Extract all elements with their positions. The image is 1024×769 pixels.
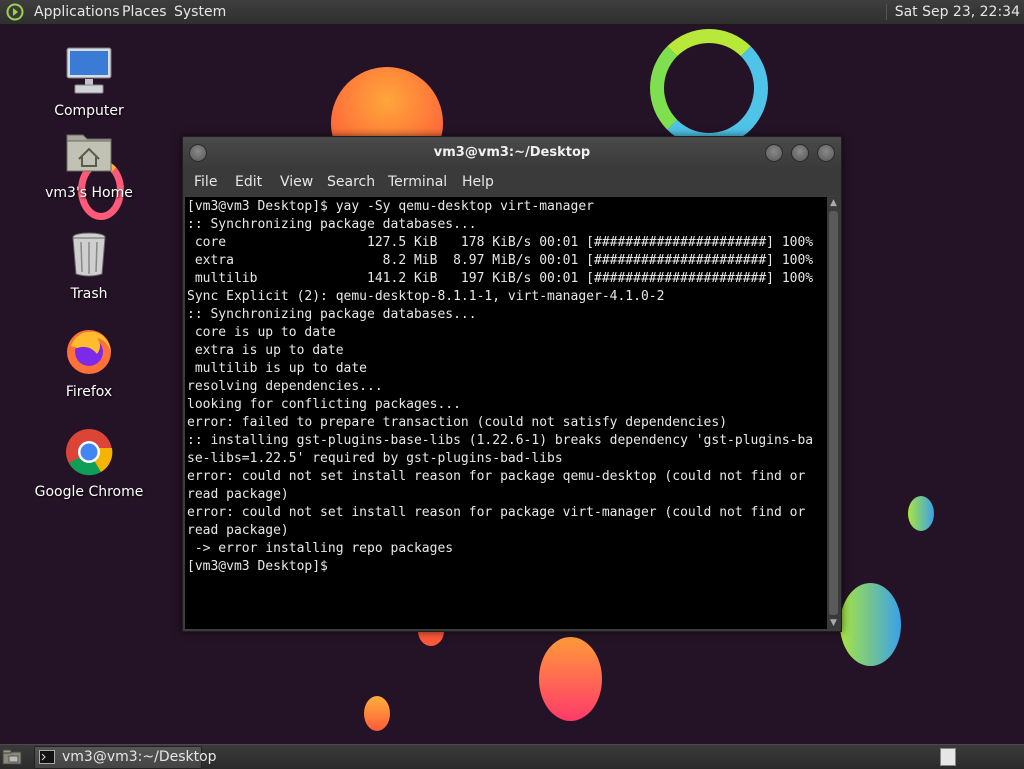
terminal-line: multilib is up to date	[187, 361, 368, 376]
menu-search[interactable]: Search	[327, 174, 375, 190]
desktop-icon-home[interactable]: vm3's Home	[34, 127, 144, 201]
desktop-icon-label: Computer	[54, 103, 124, 119]
scroll-down-icon[interactable]: ▼	[827, 617, 840, 629]
wallpaper-small-oval	[908, 496, 934, 531]
terminal-line: looking for conflicting packages...	[187, 397, 461, 412]
maximize-button[interactable]	[791, 144, 809, 162]
taskbar-task-label: vm3@vm3:~/Desktop	[62, 749, 217, 765]
terminal-line: :: installing gst-plugins-base-libs (1.2…	[187, 433, 814, 448]
home-folder-icon	[66, 134, 112, 172]
trash-icon	[72, 232, 106, 277]
terminal-line: multilib 141.2 KiB 197 KiB/s 00:01 [####…	[187, 271, 814, 286]
terminal-line: error: could not set install reason for …	[187, 469, 806, 484]
taskbar-terminal-button[interactable]: vm3@vm3:~/Desktop	[34, 746, 217, 769]
terminal-line: extra 8.2 MiB 8.97 MiB/s 00:01 [########…	[187, 253, 814, 268]
menu-terminal[interactable]: Terminal	[388, 174, 447, 190]
terminal-line: read package)	[187, 487, 289, 502]
menu-help[interactable]: Help	[462, 174, 494, 190]
terminal-line: error: could not set install reason for …	[187, 505, 806, 520]
desktop-icon-label: Trash	[70, 286, 108, 302]
chrome-icon	[66, 429, 113, 476]
terminal-line: [vm3@vm3 Desktop]$ yay -Sy qemu-desktop …	[187, 199, 594, 214]
menu-view[interactable]: View	[280, 174, 313, 190]
desktop-icon-firefox[interactable]: Firefox	[34, 326, 144, 400]
menu-file[interactable]: File	[194, 174, 217, 190]
close-button[interactable]	[817, 144, 835, 162]
menu-applications[interactable]: Applications	[34, 4, 120, 20]
terminal-scrollbar[interactable]: ▲ ▼	[827, 197, 840, 629]
terminal-line: error: failed to prepare transaction (co…	[187, 415, 728, 430]
window-menubar: File Edit View Search Terminal Help	[183, 168, 841, 196]
terminal-line: Sync Explicit (2): qemu-desktop-8.1.1-1,…	[187, 289, 665, 304]
terminal-output[interactable]: [vm3@vm3 Desktop]$ yay -Sy qemu-desktop …	[185, 197, 827, 629]
terminal-line: read package)	[187, 523, 289, 538]
computer-icon	[66, 47, 112, 94]
menu-places[interactable]: Places	[122, 4, 167, 20]
desktop-icon-label: vm3's Home	[45, 185, 133, 201]
wallpaper-tiny-orange	[364, 696, 390, 731]
terminal-line: core 127.5 KiB 178 KiB/s 00:01 [########…	[187, 235, 814, 250]
desktop-icon-computer[interactable]: Computer	[34, 45, 144, 119]
wallpaper-green-blue-oval	[840, 583, 901, 666]
show-desktop-icon[interactable]	[2, 748, 22, 766]
menu-edit[interactable]: Edit	[235, 174, 262, 190]
terminal-prompt: [vm3@vm3 Desktop]$	[187, 559, 328, 574]
scroll-up-icon[interactable]: ▲	[827, 197, 840, 209]
wallpaper-ring-large	[650, 29, 768, 147]
terminal-line: :: Synchronizing package databases...	[187, 307, 477, 322]
desktop-icon-label: Firefox	[65, 384, 113, 400]
desktop-icon-trash[interactable]: Trash	[34, 228, 144, 302]
menu-system[interactable]: System	[174, 4, 226, 20]
distro-logo-icon[interactable]	[6, 3, 24, 21]
terminal-line: core is up to date	[187, 325, 336, 340]
clock[interactable]: Sat Sep 23, 22:34	[885, 4, 1020, 20]
terminal-line: extra is up to date	[187, 343, 344, 358]
terminal-icon	[39, 750, 55, 764]
terminal-line: -> error installing repo packages	[187, 541, 454, 556]
minimize-button[interactable]	[765, 144, 783, 162]
bottom-panel: vm3@vm3:~/Desktop	[0, 744, 1024, 769]
terminal-window: vm3@vm3:~/Desktop File Edit View Search …	[182, 136, 842, 632]
window-titlebar[interactable]: vm3@vm3:~/Desktop	[183, 137, 841, 168]
desktop-icon-label: Google Chrome	[34, 484, 144, 500]
wallpaper-pink-oval	[539, 637, 602, 721]
top-panel: Applications Places System Sat Sep 23, 2…	[0, 0, 1024, 25]
desktop-icon-chrome[interactable]: Google Chrome	[34, 426, 144, 500]
terminal-line: resolving dependencies...	[187, 379, 383, 394]
workspace-switcher[interactable]	[940, 748, 956, 766]
terminal-line: :: Synchronizing package databases...	[187, 217, 477, 232]
window-title: vm3@vm3:~/Desktop	[433, 145, 591, 160]
terminal-line: se-libs=1.22.5' required by gst-plugins-…	[187, 451, 563, 466]
firefox-icon	[67, 330, 111, 374]
scrollbar-thumb[interactable]	[829, 211, 838, 615]
